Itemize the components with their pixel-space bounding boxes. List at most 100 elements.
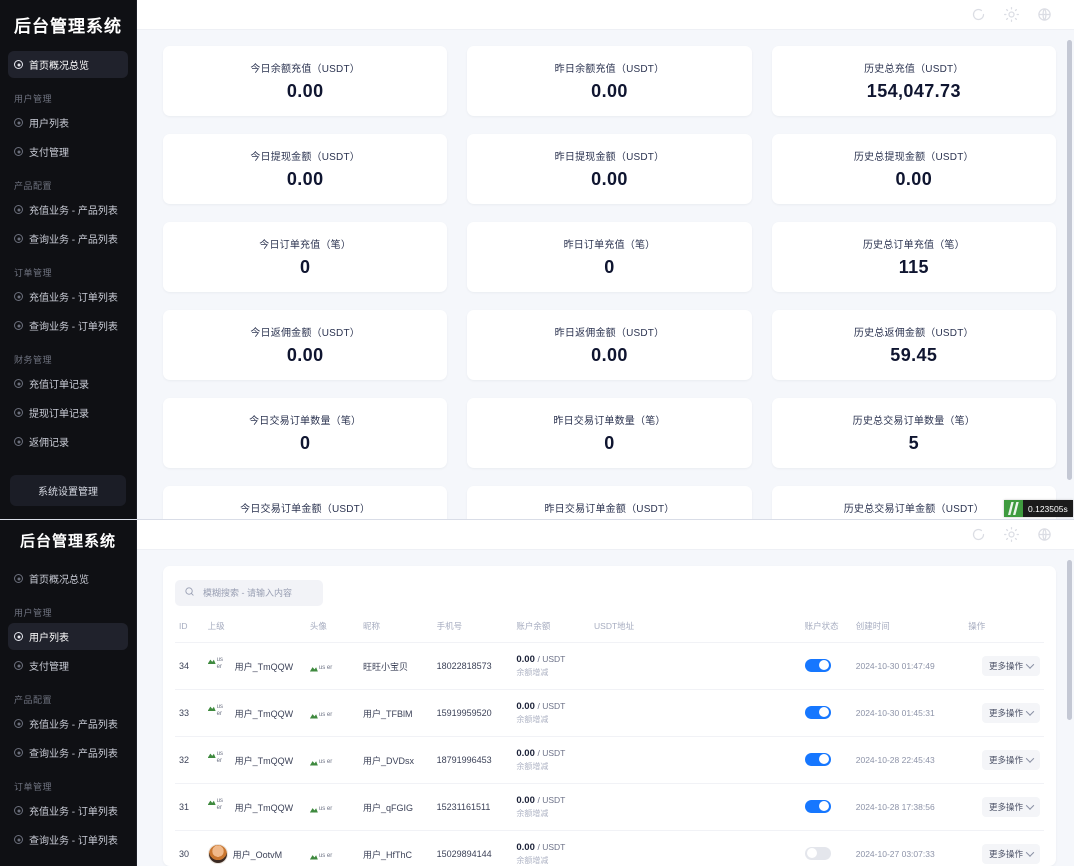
app-title: 后台管理系统 — [0, 0, 136, 51]
balance-adjust-link[interactable]: 余额增减 — [516, 855, 586, 866]
balance-amount: 0.00 — [516, 748, 535, 759]
cell-operations: 更多操作 — [964, 784, 1044, 831]
dashboard-scrollbar[interactable] — [1067, 40, 1072, 480]
sidebar-item-commission-records[interactable]: 返佣记录 — [8, 428, 128, 455]
stat-label: 昨日订单充值（笔） — [475, 236, 743, 251]
search-icon — [184, 584, 195, 602]
balance-adjust-link[interactable]: 余额增减 — [516, 761, 586, 772]
table-row[interactable]: 34 us er 用户_TmQQW us er — [175, 643, 1044, 690]
cell-status — [801, 643, 852, 690]
dot-icon — [14, 292, 23, 301]
sidebar-group-title-product: 产品配置 — [8, 681, 128, 710]
more-actions-button[interactable]: 更多操作 — [982, 656, 1040, 676]
col-operations: 操作 — [964, 620, 1044, 643]
more-actions-button[interactable]: 更多操作 — [982, 844, 1040, 864]
sidebar-item-recharge-products[interactable]: 充值业务 - 产品列表 — [8, 196, 128, 223]
stat-label: 今日订单充值（笔） — [171, 236, 439, 251]
dot-icon — [14, 632, 23, 641]
sidebar-item-query-products[interactable]: 查询业务 - 产品列表 — [8, 739, 128, 766]
sidebar-item-label: 充值业务 - 产品列表 — [29, 202, 118, 217]
table-row[interactable]: 30 用户_OotvM us er 用 — [175, 831, 1044, 866]
globe-icon[interactable] — [1037, 7, 1052, 22]
search-input[interactable] — [203, 588, 320, 598]
cell-avatar: us er — [306, 643, 359, 690]
sun-icon[interactable] — [1004, 527, 1019, 542]
chevron-down-icon — [1026, 707, 1034, 715]
sidebar-item-query-orders[interactable]: 查询业务 - 订单列表 — [8, 826, 128, 853]
status-toggle[interactable] — [805, 706, 831, 719]
dot-icon — [14, 321, 23, 330]
sidebar-item-recharge-orders[interactable]: 充值业务 - 订单列表 — [8, 797, 128, 824]
more-actions-button[interactable]: 更多操作 — [982, 750, 1040, 770]
table-row[interactable]: 31 us er 用户_TmQQW us er — [175, 784, 1044, 831]
sidebar-item-label: 首页概况总览 — [29, 57, 89, 72]
sidebar-group-title-finance: 财务管理 — [8, 855, 128, 866]
stat-label: 历史总订单充值（笔） — [780, 236, 1048, 251]
more-actions-label: 更多操作 — [989, 848, 1023, 860]
sidebar-item-overview[interactable]: 首页概况总览 — [8, 51, 128, 78]
stat-label: 昨日提现金额（USDT） — [475, 148, 743, 163]
status-toggle[interactable] — [805, 753, 831, 766]
sidebar-item-payment[interactable]: 支付管理 — [8, 652, 128, 679]
stat-value: 5 — [780, 433, 1048, 454]
userlist-content: ID 上级 头像 昵称 手机号 账户余额 USDT地址 账户状态 创建时间 操作 — [137, 550, 1074, 866]
cell-phone: 15231161511 — [433, 784, 513, 831]
sidebar-item-recharge-products[interactable]: 充值业务 - 产品列表 — [8, 710, 128, 737]
balance-adjust-link[interactable]: 余额增减 — [516, 667, 586, 678]
perf-logo-icon — [1004, 500, 1023, 517]
globe-icon[interactable] — [1037, 527, 1052, 542]
status-toggle[interactable] — [805, 800, 831, 813]
sidebar-item-query-products[interactable]: 查询业务 - 产品列表 — [8, 225, 128, 252]
stat-label: 历史总充值（USDT） — [780, 60, 1048, 75]
dot-icon — [14, 205, 23, 214]
userlist-scrollbar[interactable] — [1067, 560, 1072, 720]
cell-status — [801, 831, 852, 866]
sidebar-item-user-list[interactable]: 用户列表 — [8, 623, 128, 650]
col-avatar: 头像 — [306, 620, 359, 643]
system-settings-button[interactable]: 系统设置管理 — [10, 475, 126, 506]
search-box[interactable] — [175, 580, 323, 606]
cell-operations: 更多操作 — [964, 831, 1044, 866]
sidebar-item-overview[interactable]: 首页概况总览 — [8, 565, 128, 592]
more-actions-button[interactable]: 更多操作 — [982, 703, 1040, 723]
col-status: 账户状态 — [801, 620, 852, 643]
status-toggle[interactable] — [805, 659, 831, 672]
user-table-card: ID 上级 头像 昵称 手机号 账户余额 USDT地址 账户状态 创建时间 操作 — [163, 566, 1056, 866]
more-actions-label: 更多操作 — [989, 754, 1023, 766]
dashboard-content: 今日余额充值（USDT） 0.00 昨日余额充值（USDT） 0.00 历史总充… — [137, 30, 1074, 520]
stat-value: 0 — [475, 257, 743, 278]
sidebar-item-query-orders[interactable]: 查询业务 - 订单列表 — [8, 312, 128, 339]
sidebar-item-payment[interactable]: 支付管理 — [8, 138, 128, 165]
status-toggle[interactable] — [805, 847, 831, 860]
broken-image-icon: us er — [208, 656, 230, 676]
refresh-icon[interactable] — [971, 7, 986, 22]
balance-adjust-link[interactable]: 余额增减 — [516, 714, 586, 725]
sidebar-item-label: 查询业务 - 产品列表 — [29, 231, 118, 246]
cell-operations: 更多操作 — [964, 643, 1044, 690]
sidebar-item-user-list[interactable]: 用户列表 — [8, 109, 128, 136]
balance-adjust-link[interactable]: 余额增减 — [516, 808, 586, 819]
more-actions-button[interactable]: 更多操作 — [982, 797, 1040, 817]
sidebar-item-label: 用户列表 — [29, 115, 69, 130]
sidebar-item-recharge-records[interactable]: 充值订单记录 — [8, 370, 128, 397]
sidebar-item-label: 用户列表 — [29, 629, 69, 644]
stat-value: 115 — [780, 257, 1048, 278]
created-time: 2024-10-30 01:47:49 — [856, 661, 935, 671]
table-row[interactable]: 33 us er 用户_TmQQW us er — [175, 690, 1044, 737]
table-row[interactable]: 32 us er 用户_TmQQW us er — [175, 737, 1044, 784]
sidebar-item-withdraw-records[interactable]: 提现订单记录 — [8, 399, 128, 426]
col-parent: 上级 — [204, 620, 306, 643]
sidebar-item-recharge-orders[interactable]: 充值业务 - 订单列表 — [8, 283, 128, 310]
stat-label: 今日交易订单数量（笔） — [171, 412, 439, 427]
parent-name: 用户_TmQQW — [235, 754, 294, 767]
refresh-icon[interactable] — [971, 527, 986, 542]
cell-balance: 0.00 / USDT 余额增减 — [512, 737, 590, 784]
col-nickname: 昵称 — [359, 620, 433, 643]
stat-value: 0.00 — [475, 81, 743, 102]
avatar — [208, 844, 228, 864]
sun-icon[interactable] — [1004, 7, 1019, 22]
stat-label: 昨日交易订单金额（USDT） — [475, 500, 743, 515]
cell-phone: 18022818573 — [433, 643, 513, 690]
sidebar-item-label: 支付管理 — [29, 658, 69, 673]
sidebar-item-label: 充值业务 - 产品列表 — [29, 716, 118, 731]
